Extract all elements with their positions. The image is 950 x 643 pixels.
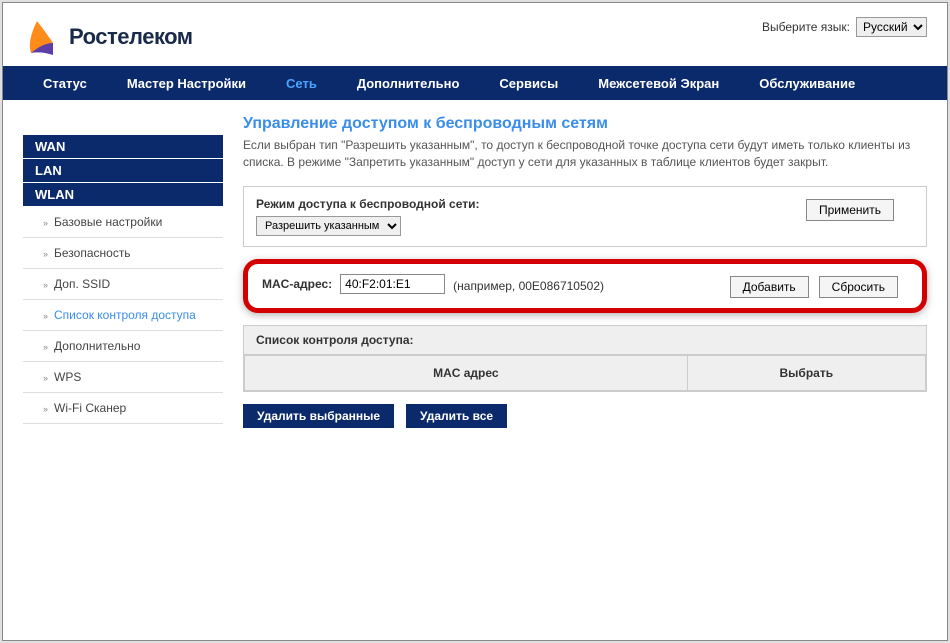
sidebar-item-scanner[interactable]: » Wi-Fi Сканер [23, 393, 223, 424]
sidebar-item-ssid[interactable]: » Доп. SSID [23, 269, 223, 300]
sidebar-item-acl[interactable]: » Список контроля доступа [23, 300, 223, 331]
sidebar-item-label: Безопасность [54, 246, 131, 260]
language-label: Выберите язык: [762, 20, 850, 34]
page-description: Если выбран тип "Разрешить указанным", т… [243, 137, 927, 171]
acl-panel: Список контроля доступа: MAC адрес Выбра… [243, 325, 927, 392]
nav-maintenance[interactable]: Обслуживание [739, 66, 875, 100]
page-title: Управление доступом к беспроводным сетям [243, 115, 927, 133]
reset-button[interactable]: Сбросить [819, 276, 898, 298]
mac-hint: (например, 00E086710502) [453, 274, 604, 295]
mode-select[interactable]: Разрешить указанным [256, 216, 401, 236]
mode-panel-head: Режим доступа к беспроводной сети: [256, 197, 479, 216]
nav-status[interactable]: Статус [23, 66, 107, 100]
sidebar-cat-wlan[interactable]: WLAN [23, 183, 223, 207]
mode-panel: Режим доступа к беспроводной сети: Разре… [243, 186, 927, 247]
main-window: Ростелеком Выберите язык: Русский Статус… [2, 2, 948, 641]
nav-advanced[interactable]: Дополнительно [337, 66, 480, 100]
navbar: Статус Мастер Настройки Сеть Дополнитель… [3, 66, 947, 100]
rostelecom-logo-icon [23, 13, 61, 61]
sidebar-item-wps[interactable]: » WPS [23, 362, 223, 393]
language-select[interactable]: Русский [856, 17, 927, 37]
sidebar-cat-lan[interactable]: LAN [23, 159, 223, 183]
logo-text: Ростелеком [69, 24, 193, 50]
language-area: Выберите язык: Русский [762, 17, 927, 37]
mac-entry-panel: MAC-адрес: (например, 00E086710502) Доба… [243, 259, 927, 313]
mac-input[interactable] [340, 274, 445, 294]
header: Ростелеком Выберите язык: Русский [3, 3, 947, 66]
acl-panel-head: Список контроля доступа: [244, 326, 926, 355]
apply-button[interactable]: Применить [806, 199, 894, 221]
chevron-icon: » [43, 342, 48, 352]
nav-services[interactable]: Сервисы [479, 66, 578, 100]
chevron-icon: » [43, 218, 48, 228]
sidebar-item-label: WPS [54, 370, 81, 384]
nav-network[interactable]: Сеть [266, 66, 337, 100]
sidebar-item-label: Дополнительно [54, 339, 140, 353]
delete-selected-button[interactable]: Удалить выбранные [243, 404, 394, 428]
chevron-icon: » [43, 280, 48, 290]
add-button[interactable]: Добавить [730, 276, 809, 298]
action-row: Удалить выбранные Удалить все [243, 404, 927, 428]
chevron-icon: » [43, 404, 48, 414]
nav-firewall[interactable]: Межсетевой Экран [578, 66, 739, 100]
sidebar-item-advanced[interactable]: » Дополнительно [23, 331, 223, 362]
sidebar-item-label: Список контроля доступа [54, 308, 196, 322]
logo-area: Ростелеком [23, 13, 193, 61]
sidebar-item-basic[interactable]: » Базовые настройки [23, 207, 223, 238]
chevron-icon: » [43, 311, 48, 321]
delete-all-button[interactable]: Удалить все [406, 404, 507, 428]
sidebar-item-security[interactable]: » Безопасность [23, 238, 223, 269]
col-select: Выбрать [687, 355, 925, 390]
col-mac: MAC адрес [245, 355, 688, 390]
nav-wizard[interactable]: Мастер Настройки [107, 66, 266, 100]
sidebar-item-label: Доп. SSID [54, 277, 110, 291]
chevron-icon: » [43, 249, 48, 259]
sidebar-item-label: Базовые настройки [54, 215, 162, 229]
main-area: Управление доступом к беспроводным сетям… [243, 115, 927, 428]
acl-table: MAC адрес Выбрать [244, 355, 926, 391]
table-header-row: MAC адрес Выбрать [245, 355, 926, 390]
sidebar-cat-wan[interactable]: WAN [23, 135, 223, 159]
sidebar-item-label: Wi-Fi Сканер [54, 401, 126, 415]
mac-label: MAC-адрес: [262, 274, 332, 291]
chevron-icon: » [43, 373, 48, 383]
sidebar: WAN LAN WLAN » Базовые настройки » Безопас… [23, 135, 223, 428]
content: WAN LAN WLAN » Базовые настройки » Безопас… [3, 100, 947, 443]
